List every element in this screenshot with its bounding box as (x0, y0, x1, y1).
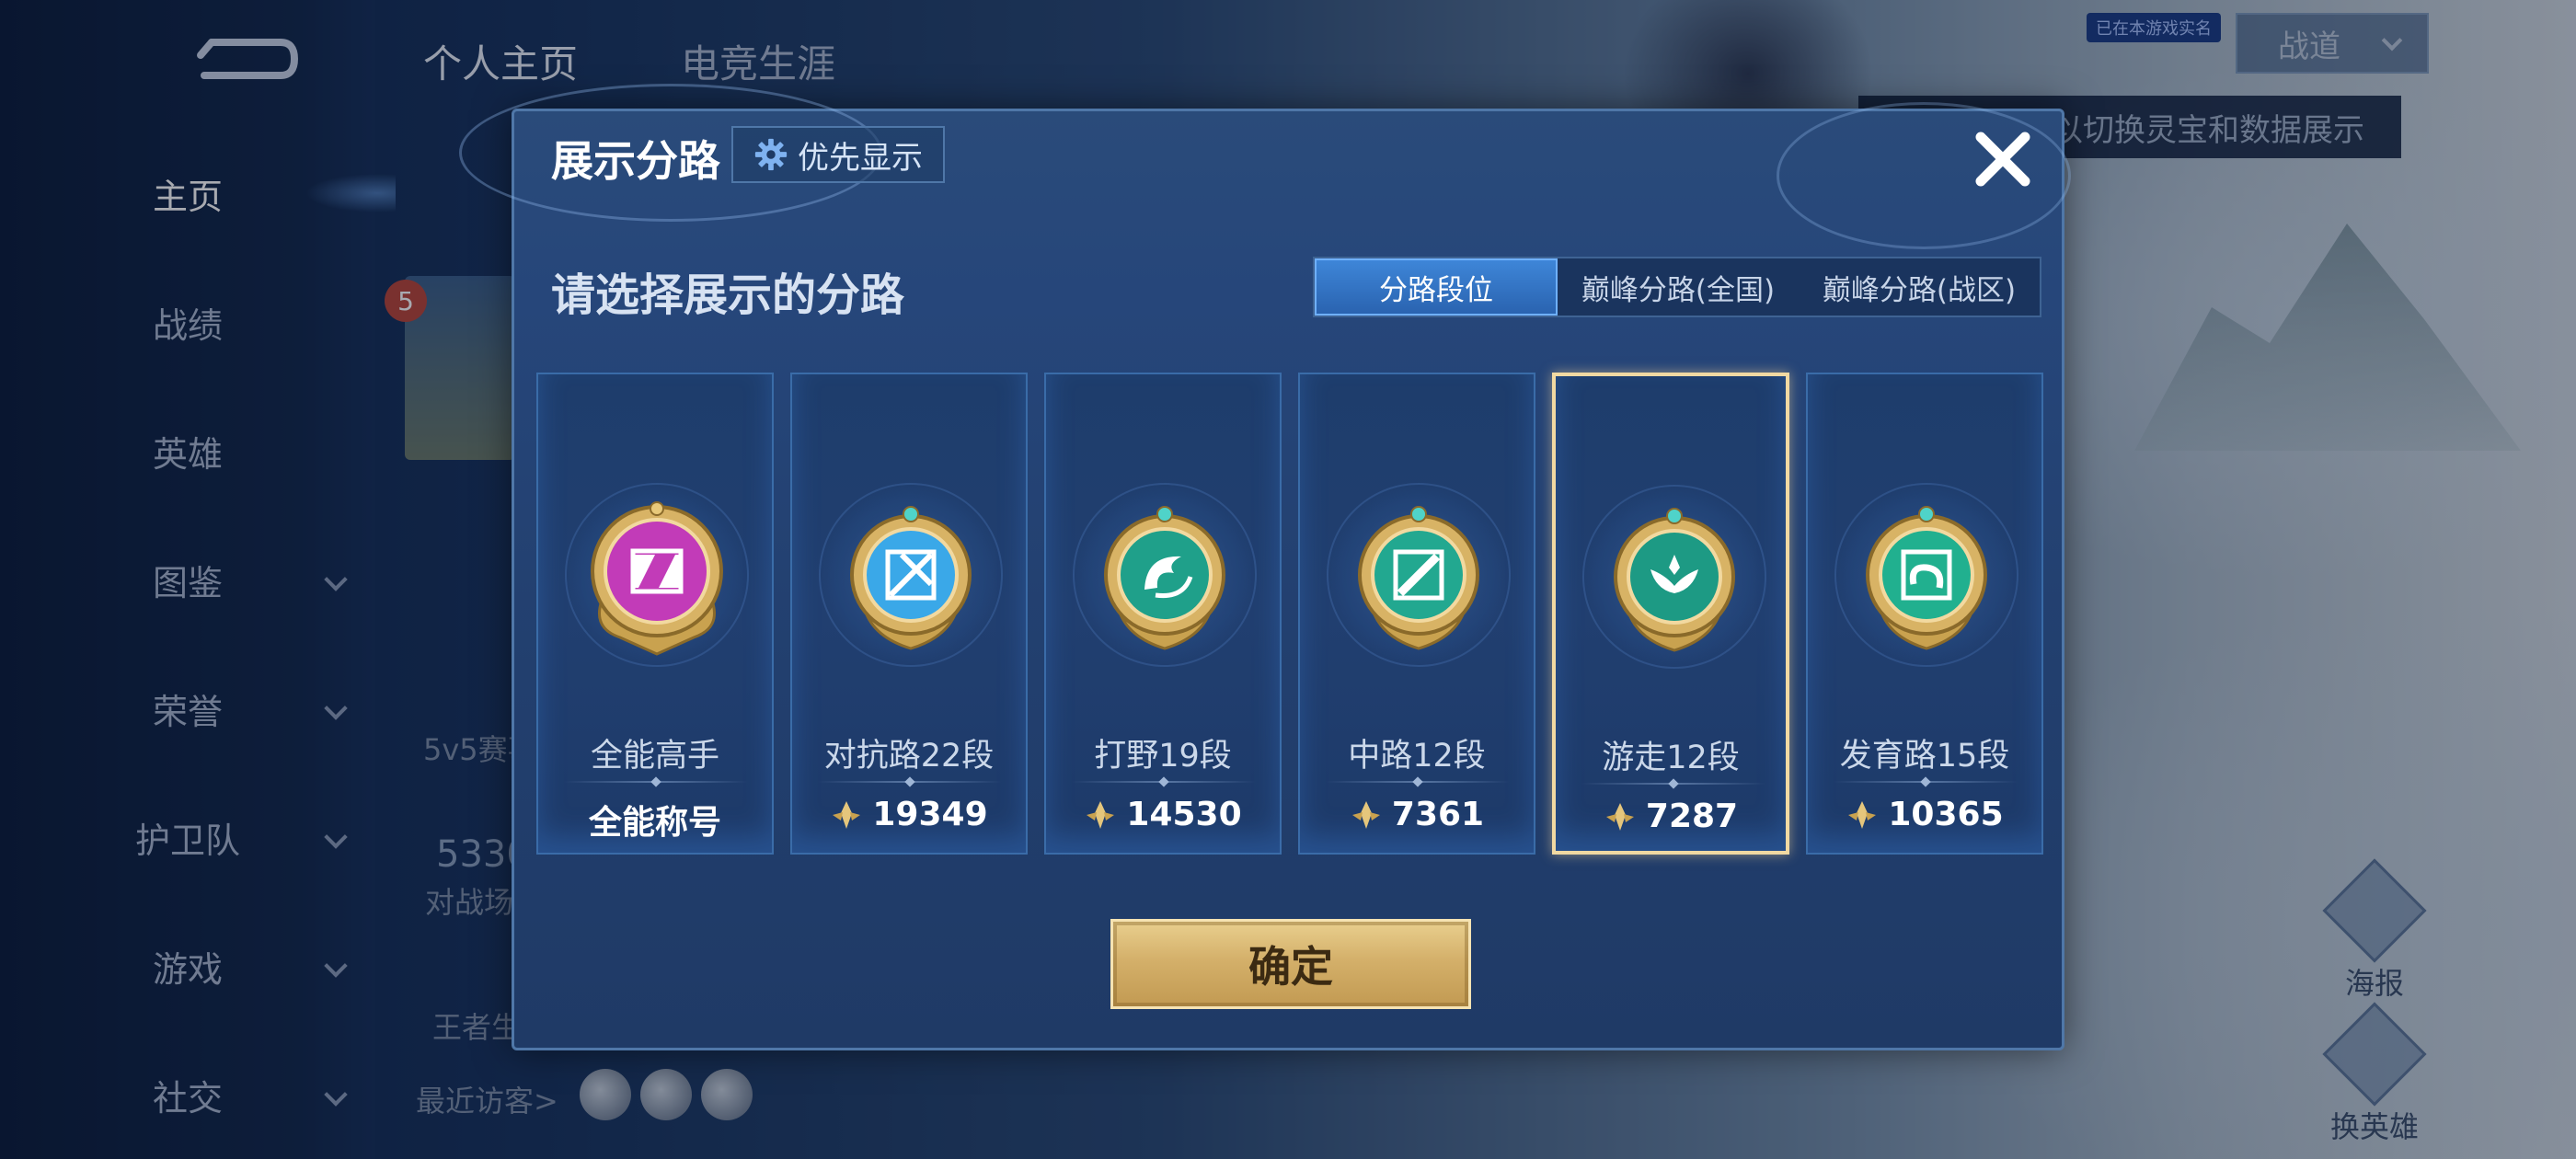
lane-rank-label: 对抗路22段 (823, 738, 995, 775)
lane-score: 19349 (792, 796, 1026, 833)
all-round-emblem-icon (591, 501, 723, 656)
priority-display-label: 优先显示 (798, 139, 923, 177)
lane-score: 全能称号 (538, 796, 772, 843)
lane-card-clash-lane[interactable]: 对抗路22段 19349 (790, 373, 1028, 855)
lane-score-value: 全能称号 (588, 804, 721, 842)
card-divider (1326, 781, 1510, 783)
score-icon (1605, 802, 1634, 831)
lane-score: 7361 (1300, 796, 1534, 833)
lane-score: 14530 (1046, 796, 1280, 833)
lane-rank-label: 打野19段 (1094, 738, 1232, 775)
lane-card-jungle[interactable]: 打野19段 14530 (1044, 373, 1282, 855)
lane-score: 10365 (1808, 796, 2041, 833)
lane-score-value: 7361 (1391, 796, 1485, 833)
gear-icon (754, 138, 788, 171)
lane-rank-label: 全能高手 (590, 738, 719, 775)
lane-rank-label: 发育路15段 (1839, 738, 2010, 775)
section-title: 请选择展示的分路 (551, 270, 905, 321)
score-icon (1351, 800, 1380, 829)
lane-score: 7287 (1556, 798, 1786, 835)
lane-card-farm-lane[interactable]: 发育路15段 10365 (1806, 373, 2043, 855)
card-divider (1072, 781, 1256, 783)
jungle-emblem-icon (1104, 506, 1225, 650)
dialog-title: 展示分路 (551, 136, 720, 186)
clash-lane-emblem-icon (850, 506, 972, 650)
mid-lane-emblem-icon (1358, 506, 1479, 650)
tab-lane-rank[interactable]: 分路段位 (1315, 258, 1558, 316)
priority-display-button[interactable]: 优先显示 (731, 126, 945, 183)
score-icon (1087, 800, 1115, 829)
tab-peak-lane-region[interactable]: 巅峰分路(战区) (1799, 258, 2040, 316)
lane-score-value: 19349 (872, 796, 988, 833)
lane-score-value: 7287 (1645, 798, 1739, 835)
card-divider (1581, 783, 1765, 785)
display-lane-dialog: 展示分路 优先显示 请选择展示的分路 分路段位 巅峰分路(全国) 巅峰分路(战区… (459, 84, 2071, 1050)
lane-rank-label: 中路12段 (1348, 738, 1486, 775)
roam-emblem-icon (1614, 508, 1735, 652)
lane-score-value: 14530 (1126, 796, 1242, 833)
close-icon[interactable] (1966, 122, 2040, 196)
tab-peak-lane-national[interactable]: 巅峰分路(全国) (1558, 258, 1799, 316)
card-divider (818, 781, 1002, 783)
confirm-button[interactable]: 确定 (1110, 919, 1471, 1009)
lane-card-mid-lane[interactable]: 中路12段 7361 (1298, 373, 1535, 855)
lane-score-value: 10365 (1888, 796, 2004, 833)
card-divider (1834, 781, 2018, 783)
card-divider (564, 781, 748, 783)
lane-card-all-round[interactable]: 全能高手 全能称号 (536, 373, 774, 855)
score-icon (1848, 800, 1877, 829)
score-icon (833, 800, 861, 829)
lane-type-tabs: 分路段位 巅峰分路(全国) 巅峰分路(战区) (1313, 257, 2041, 317)
lane-card-roam[interactable]: 游走12段 7287 (1552, 373, 1789, 855)
lane-rank-label: 游走12段 (1602, 740, 1740, 776)
farm-lane-emblem-icon (1866, 506, 1987, 650)
